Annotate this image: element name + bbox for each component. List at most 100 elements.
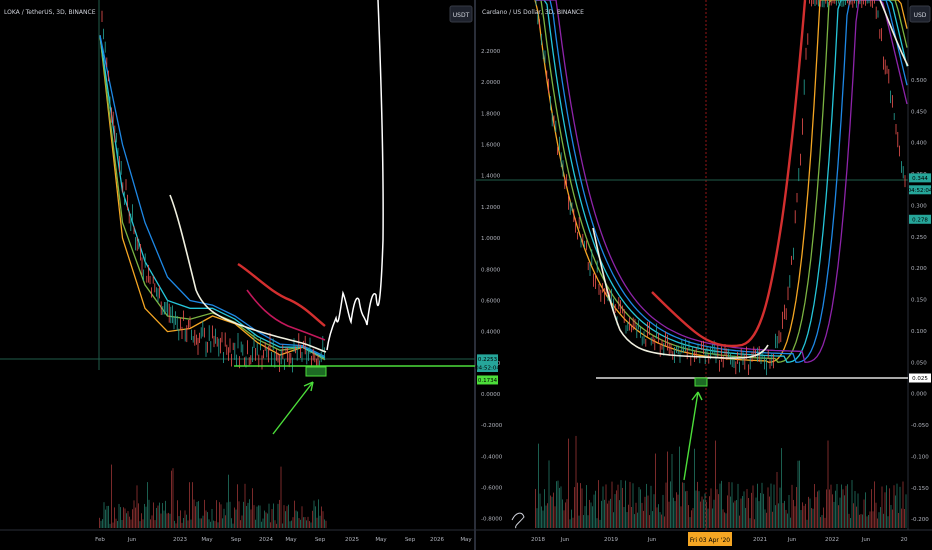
y-tick-label: 0.150 [911,298,927,304]
volume-bar [276,523,277,528]
volume-bar [611,481,613,528]
volume-bar [277,503,279,528]
price-axis-labels: 2.2000 2.0000 1.8000 1.6000 1.4000 1.2000 1.00… [481,49,503,523]
volume-bar [734,500,736,528]
volume-bar [694,448,695,528]
volume-bar [282,523,283,528]
volume-bar [100,520,102,528]
volume-bar [662,494,664,528]
volume-bar [899,486,901,528]
volume-bar [244,483,246,528]
volume-bar [866,516,868,528]
volume-bar [730,496,731,528]
volume-bar [893,485,895,528]
volume-bar [844,495,845,528]
volume-bar [307,516,309,528]
volume-bar [697,481,698,528]
volume-bar [767,487,769,528]
y-tick-label: 0.100 [911,329,927,335]
volume-bar [250,509,252,528]
volume-bar [548,460,550,528]
cardano-chart-pane[interactable]: 0.5000.4500.4000.3500.3000.2500.2000.150… [476,0,932,546]
volume-bar [784,500,785,528]
volume-bar [313,500,315,528]
volume-bar [718,494,719,528]
volume-bar [177,500,178,528]
x-tick-label: Sep [231,537,242,543]
volume-bar [542,510,544,528]
volume-bar [848,513,850,528]
volume-bar [809,498,811,528]
volume-bar [246,505,247,528]
currency-button[interactable]: USD [914,12,927,19]
x-tick-label: 20 [901,537,908,543]
volume-bar [187,520,189,528]
volume-bar [572,517,574,528]
volume-bar [824,517,826,528]
volume-bar [757,483,758,528]
x-tick-label: Feb [95,537,105,543]
x-tick-label: Jun [787,537,797,543]
volume-bar [267,513,268,528]
volume-bar [115,518,117,528]
volume-bar [775,505,776,528]
volume-bar [557,480,559,528]
moving-average-lines [99,10,326,375]
volume-bar [130,519,132,528]
volume-bar [262,518,264,528]
volume-bar [228,474,229,528]
volume-bar [641,502,643,528]
currency-button[interactable]: USDT [453,12,470,19]
volume-bar [679,446,680,528]
ma-line-5 [535,0,908,363]
price-tags: 0.2253 04:52:04 0.1734 [475,354,500,385]
volume-bar [132,509,133,528]
volume-bar [661,514,662,528]
volume-bar [220,504,222,528]
volume-bar [716,489,718,528]
volume-bar [781,448,782,528]
ma-line-3 [99,35,326,359]
volume-bar [761,482,763,528]
y-tick-label: 1.8000 [481,111,501,117]
volume-bar [563,510,565,528]
volume-bar [845,485,847,528]
volume-bar [842,489,844,528]
x-tick-label: May [375,537,387,543]
volume-bar [704,493,706,528]
volume-bar [133,500,135,528]
volume-bar [743,491,745,528]
volume-bar [901,508,902,528]
x-tick-label: May [285,537,297,543]
volume-bar [671,453,673,528]
volume-bar [318,499,319,528]
volume-bar [719,483,721,528]
volume-bar [162,503,163,528]
volume-bar [292,517,294,528]
y-tick-label: -0.8000 [481,517,503,523]
volume-bar [791,484,793,528]
volume-bar [261,521,262,528]
volume-bar [766,512,767,528]
volume-bar [237,484,238,528]
volume-bar [640,489,641,528]
volume-bar [319,515,321,528]
price-tag: 04:52:04 [475,365,500,371]
volume-bar [168,512,169,528]
volume-bar [145,506,147,528]
volume-bar [196,501,198,528]
volume-bar [670,481,671,528]
volume-bar [232,523,234,528]
volume-bar [622,487,623,528]
volume-bar [616,490,617,528]
price-tag: 0.2253 [478,357,498,363]
tradingview-logo [511,512,525,529]
volume-bar [298,518,300,528]
loka-chart-pane[interactable]: 2.2000 2.0000 1.8000 1.6000 1.4000 1.2000 1.00… [0,0,503,543]
volume-bar [869,511,871,528]
volume-bar [820,517,821,528]
volume-bar [647,495,649,528]
volume-bar [685,491,686,528]
volume-bar [309,521,310,528]
volume-bar [265,512,267,528]
